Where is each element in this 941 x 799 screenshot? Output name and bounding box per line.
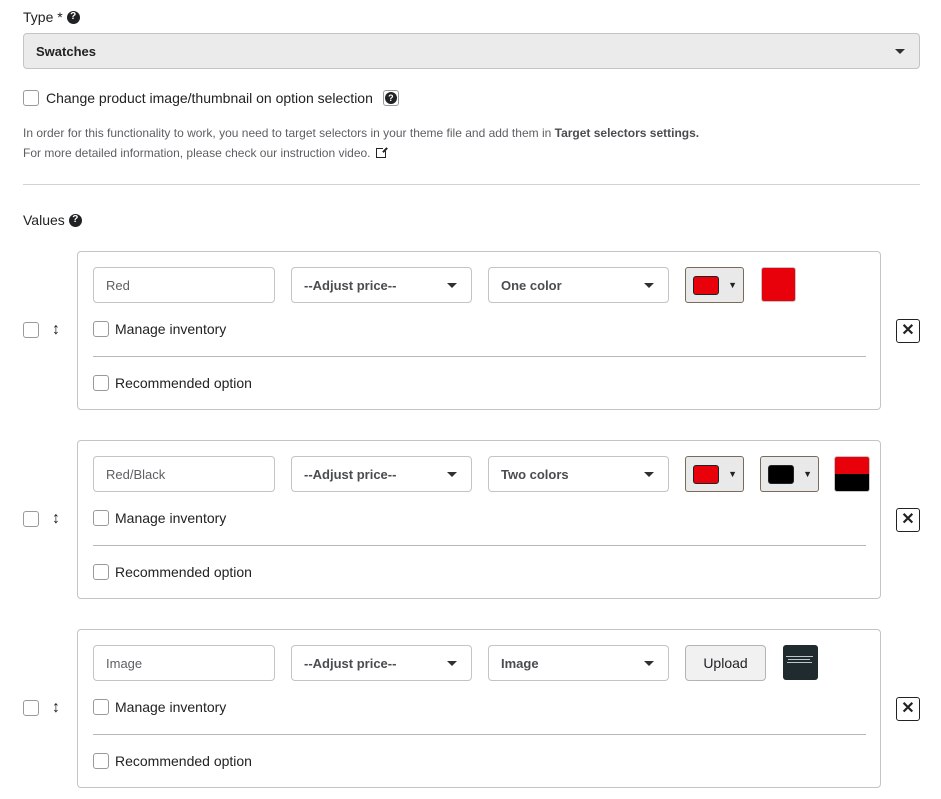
chevron-down-icon — [644, 472, 654, 477]
chevron-down-icon — [644, 283, 654, 288]
value-card: Red --Adjust price-- One color ▼ Manage … — [77, 251, 881, 410]
close-box-icon: ✕ — [901, 322, 915, 339]
question-circle-icon[interactable]: ? — [68, 213, 82, 227]
recommended-option-checkbox[interactable] — [93, 375, 109, 391]
swatch-preview — [834, 456, 870, 492]
change-image-help-button[interactable]: ? — [382, 90, 399, 106]
type-select-value: Swatches — [36, 43, 96, 59]
manage-inventory-row: Manage inventory — [93, 699, 226, 715]
recommended-option-row: Recommended option — [93, 564, 252, 580]
adjust-price-value: --Adjust price-- — [304, 277, 397, 293]
swatch-kind-value: Two colors — [501, 466, 569, 482]
adjust-price-select[interactable]: --Adjust price-- — [291, 267, 472, 303]
color-picker-secondary[interactable]: ▼ — [760, 456, 819, 492]
change-image-row: Change product image/thumbnail on option… — [23, 90, 399, 106]
drag-vertical-icon[interactable]: ↕ — [52, 322, 60, 338]
color-picker[interactable]: ▼ — [685, 267, 744, 303]
recommended-option-checkbox[interactable] — [93, 753, 109, 769]
chevron-down-icon — [447, 472, 457, 477]
swatch-preview — [761, 267, 796, 302]
thumbnail-detail — [788, 659, 810, 660]
type-label-text: Type * — [23, 9, 63, 25]
card-divider — [93, 734, 866, 735]
adjust-price-select[interactable]: --Adjust price-- — [291, 645, 472, 681]
recommended-option-row: Recommended option — [93, 375, 252, 391]
recommended-option-label: Recommended option — [115, 753, 252, 769]
manage-inventory-checkbox[interactable] — [93, 699, 109, 715]
section-divider — [23, 184, 920, 185]
row-controls: ↕ — [23, 700, 60, 716]
adjust-price-value: --Adjust price-- — [304, 655, 397, 671]
thumbnail-detail — [787, 662, 812, 663]
value-name-input[interactable]: Red/Black — [93, 456, 275, 492]
chevron-down-icon: ▼ — [728, 280, 737, 290]
manage-inventory-row: Manage inventory — [93, 510, 226, 526]
recommended-option-label: Recommended option — [115, 564, 252, 580]
color-chip — [768, 465, 794, 484]
value-name-input[interactable]: Red — [93, 267, 275, 303]
drag-vertical-icon[interactable]: ↕ — [52, 511, 60, 527]
question-circle-icon[interactable]: ? — [66, 10, 80, 24]
row-select-checkbox[interactable] — [23, 511, 39, 527]
swatch-kind-select[interactable]: Two colors — [488, 456, 669, 492]
card-divider — [93, 356, 866, 357]
row-select-checkbox[interactable] — [23, 700, 39, 716]
manage-inventory-label: Manage inventory — [115, 699, 227, 715]
swatch-kind-select[interactable]: One color — [488, 267, 669, 303]
adjust-price-select[interactable]: --Adjust price-- — [291, 456, 472, 492]
value-card: Red/Black --Adjust price-- Two colors ▼ … — [77, 440, 881, 599]
manage-inventory-checkbox[interactable] — [93, 510, 109, 526]
target-selectors-link[interactable]: Target selectors settings. — [555, 126, 700, 140]
color-chip — [693, 465, 719, 484]
value-card: Image --Adjust price-- Image Upload Mana… — [77, 629, 881, 788]
manage-inventory-label: Manage inventory — [115, 321, 227, 337]
values-label-text: Values — [23, 212, 65, 228]
adjust-price-value: --Adjust price-- — [304, 466, 397, 482]
type-label: Type * ? — [23, 9, 80, 25]
card-divider — [93, 545, 866, 546]
delete-value-button[interactable]: ✕ — [896, 508, 920, 532]
type-select[interactable]: Swatches — [23, 33, 920, 69]
thumbnail-detail — [786, 656, 813, 657]
delete-value-button[interactable]: ✕ — [896, 319, 920, 343]
row-controls: ↕ — [23, 322, 60, 338]
chevron-down-icon: ▼ — [803, 469, 812, 479]
value-name-input[interactable]: Image — [93, 645, 275, 681]
color-chip — [693, 276, 719, 295]
swatch-kind-select[interactable]: Image — [488, 645, 669, 681]
chevron-down-icon — [447, 661, 457, 666]
close-box-icon: ✕ — [901, 700, 915, 717]
manage-inventory-label: Manage inventory — [115, 510, 227, 526]
swatch-preview-top — [835, 457, 869, 474]
close-box-icon: ✕ — [901, 511, 915, 528]
info-line1: In order for this functionality to work,… — [23, 126, 555, 140]
info-text: In order for this functionality to work,… — [23, 123, 699, 163]
recommended-option-checkbox[interactable] — [93, 564, 109, 580]
change-image-label: Change product image/thumbnail on option… — [46, 90, 373, 106]
row-controls: ↕ — [23, 511, 60, 527]
delete-value-button[interactable]: ✕ — [896, 697, 920, 721]
chevron-down-icon: ▼ — [728, 469, 737, 479]
question-circle-icon: ? — [384, 92, 397, 104]
info-line2: For more detailed information, please ch… — [23, 146, 371, 160]
manage-inventory-checkbox[interactable] — [93, 321, 109, 337]
chevron-down-icon — [644, 661, 654, 666]
values-label: Values ? — [23, 212, 82, 228]
swatch-kind-value: One color — [501, 277, 562, 293]
row-select-checkbox[interactable] — [23, 322, 39, 338]
recommended-option-label: Recommended option — [115, 375, 252, 391]
recommended-option-row: Recommended option — [93, 753, 252, 769]
swatch-kind-value: Image — [501, 655, 539, 671]
drag-vertical-icon[interactable]: ↕ — [52, 700, 60, 716]
manage-inventory-row: Manage inventory — [93, 321, 226, 337]
change-image-checkbox[interactable] — [23, 90, 39, 106]
chevron-down-icon — [895, 49, 905, 54]
swatch-preview-bottom — [835, 474, 869, 491]
image-thumbnail[interactable] — [783, 645, 818, 680]
external-link-icon[interactable] — [375, 146, 388, 158]
upload-button[interactable]: Upload — [685, 645, 766, 681]
chevron-down-icon — [447, 283, 457, 288]
color-picker-primary[interactable]: ▼ — [685, 456, 744, 492]
